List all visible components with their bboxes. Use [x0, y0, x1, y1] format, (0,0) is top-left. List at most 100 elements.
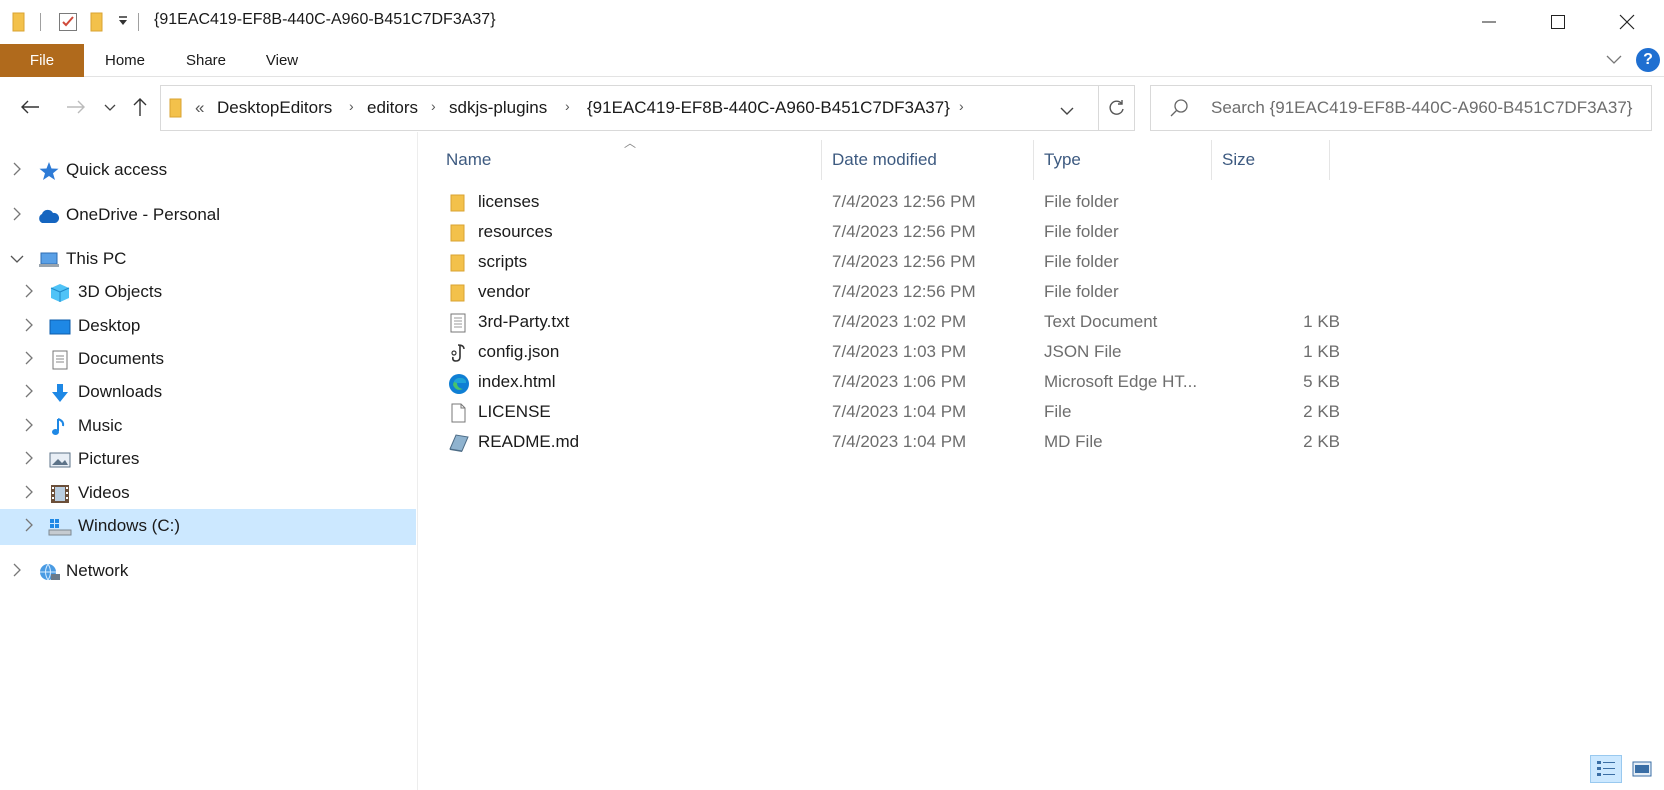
breadcrumb-editors[interactable]: editors: [367, 98, 418, 118]
forward-button[interactable]: [62, 94, 90, 120]
breadcrumb-separator[interactable]: ›: [565, 98, 570, 114]
address-bar[interactable]: « DesktopEditors › editors › sdkjs-plugi…: [160, 85, 1135, 131]
tab-file[interactable]: File: [0, 44, 84, 77]
file-name: resources: [478, 222, 553, 241]
chevron-right-icon[interactable]: [24, 384, 34, 401]
chevron-right-icon[interactable]: [24, 284, 34, 301]
nav-item-videos[interactable]: Videos: [0, 476, 416, 512]
chevron-right-icon[interactable]: [24, 418, 34, 435]
minimize-button[interactable]: [1456, 0, 1522, 44]
nav-label: This PC: [66, 249, 127, 268]
breadcrumb-overflow[interactable]: «: [195, 98, 204, 118]
details-view-icon: [1597, 761, 1615, 776]
arrow-left-icon: [21, 100, 39, 114]
chevron-right-icon[interactable]: [24, 485, 34, 502]
nav-item-quick-access[interactable]: Quick access: [0, 153, 416, 189]
file-name: index.html: [478, 372, 556, 391]
file-row-vendor[interactable]: vendor 7/4/2023 12:56 PM File folder: [418, 277, 1338, 309]
column-divider[interactable]: [1033, 140, 1034, 180]
nav-item-desktop[interactable]: Desktop: [0, 309, 416, 345]
column-divider[interactable]: [821, 140, 822, 180]
nav-label: 3D Objects: [78, 282, 163, 301]
chevron-right-icon[interactable]: [12, 563, 22, 580]
file-row-license[interactable]: LICENSE 7/4/2023 1:04 PM File 2 KB: [418, 397, 1340, 429]
chevron-right-icon[interactable]: [24, 318, 34, 335]
sort-ascending-icon: ︿: [624, 136, 637, 150]
column-header-size[interactable]: Size: [1222, 150, 1255, 170]
close-button[interactable]: [1594, 0, 1660, 44]
nav-item-network[interactable]: Network: [0, 554, 416, 590]
maximize-button[interactable]: [1525, 0, 1591, 44]
nav-item-3d-objects[interactable]: 3D Objects: [0, 275, 416, 311]
refresh-button[interactable]: [1098, 85, 1135, 131]
column-header-type[interactable]: Type: [1044, 150, 1081, 170]
desktop-icon: [49, 317, 71, 337]
file-type: Text Document: [1044, 312, 1158, 331]
large-icons-view-icon: [1632, 761, 1652, 777]
title-separator: [138, 13, 139, 31]
chevron-down-icon[interactable]: [10, 251, 24, 267]
properties-icon[interactable]: [58, 12, 78, 37]
chevron-right-icon[interactable]: [24, 451, 34, 468]
file-row-3rd-party[interactable]: 3rd-Party.txt 7/4/2023 1:02 PM Text Docu…: [418, 307, 1340, 339]
file-name: scripts: [478, 252, 528, 271]
cube-icon: [49, 283, 71, 303]
file-row-index-html[interactable]: index.html 7/4/2023 1:06 PM Microsoft Ed…: [418, 367, 1340, 399]
tab-share[interactable]: Share: [176, 44, 236, 77]
nav-item-windows-c[interactable]: Windows (C:): [0, 509, 416, 545]
back-button[interactable]: [16, 94, 44, 120]
chevron-down-icon: [104, 104, 116, 111]
breadcrumb-current-folder[interactable]: {91EAC419-EF8B-440C-A960-B451C7DF3A37}: [587, 98, 950, 118]
large-icons-view-button[interactable]: [1626, 755, 1658, 783]
chevron-right-icon[interactable]: [12, 162, 22, 179]
search-box[interactable]: Search {91EAC419-EF8B-440C-A960-B451C7DF…: [1150, 85, 1652, 131]
breadcrumb-separator[interactable]: ›: [349, 98, 354, 114]
breadcrumb-separator[interactable]: ›: [959, 98, 964, 114]
tab-home[interactable]: Home: [94, 44, 156, 77]
folder-icon: [448, 223, 468, 243]
file-row-licenses[interactable]: licenses 7/4/2023 12:56 PM File folder: [418, 187, 1338, 219]
navigation-pane: Quick access OneDrive - Personal This PC…: [0, 132, 418, 790]
new-folder-icon[interactable]: [90, 12, 104, 37]
details-view-button[interactable]: [1590, 755, 1622, 783]
search-input[interactable]: Search {91EAC419-EF8B-440C-A960-B451C7DF…: [1211, 98, 1632, 118]
close-icon: [1619, 14, 1635, 30]
nav-item-downloads[interactable]: Downloads: [0, 375, 416, 411]
file-row-scripts[interactable]: scripts 7/4/2023 12:56 PM File folder: [418, 247, 1338, 279]
title-bar: {91EAC419-EF8B-440C-A960-B451C7DF3A37}: [0, 0, 1664, 44]
file-date: 7/4/2023 12:56 PM: [832, 282, 976, 301]
breadcrumb-desktopeditors[interactable]: DesktopEditors: [217, 98, 332, 118]
up-button[interactable]: [128, 94, 152, 120]
breadcrumb-sdkjs-plugins[interactable]: sdkjs-plugins: [449, 98, 547, 118]
chevron-right-icon[interactable]: [12, 207, 22, 224]
file-row-config-json[interactable]: config.json 7/4/2023 1:03 PM JSON File 1…: [418, 337, 1340, 369]
nav-item-pictures[interactable]: Pictures: [0, 442, 416, 478]
file-size: 1 KB: [1303, 312, 1340, 331]
column-divider[interactable]: [1329, 140, 1330, 180]
nav-label: Quick access: [66, 160, 168, 179]
column-header-date[interactable]: Date modified: [832, 150, 937, 170]
tab-view[interactable]: View: [256, 44, 308, 77]
nav-item-this-pc[interactable]: This PC: [0, 242, 416, 278]
breadcrumb-separator[interactable]: ›: [431, 98, 436, 114]
nav-item-onedrive[interactable]: OneDrive - Personal: [0, 198, 416, 234]
json-file-icon: [448, 343, 468, 363]
ribbon: File Home Share View ?: [0, 44, 1664, 77]
star-icon: [38, 161, 60, 181]
customize-toolbar-icon[interactable]: [117, 14, 129, 33]
nav-label: OneDrive - Personal: [66, 205, 221, 224]
column-divider[interactable]: [1211, 140, 1212, 180]
file-name: config.json: [478, 342, 560, 361]
help-button[interactable]: ?: [1636, 48, 1660, 72]
expand-ribbon-button[interactable]: [1605, 52, 1623, 71]
nav-item-documents[interactable]: Documents: [0, 342, 416, 378]
chevron-right-icon[interactable]: [24, 351, 34, 368]
file-row-readme-md[interactable]: README.md 7/4/2023 1:04 PM MD File 2 KB: [418, 427, 1340, 459]
file-row-resources[interactable]: resources 7/4/2023 12:56 PM File folder: [418, 217, 1338, 249]
nav-label: Network: [66, 561, 129, 580]
address-dropdown-button[interactable]: [1059, 103, 1075, 121]
column-header-name[interactable]: Name: [446, 150, 491, 170]
chevron-right-icon[interactable]: [24, 518, 34, 535]
recent-locations-button[interactable]: [100, 94, 120, 120]
nav-item-music[interactable]: Music: [0, 409, 416, 445]
